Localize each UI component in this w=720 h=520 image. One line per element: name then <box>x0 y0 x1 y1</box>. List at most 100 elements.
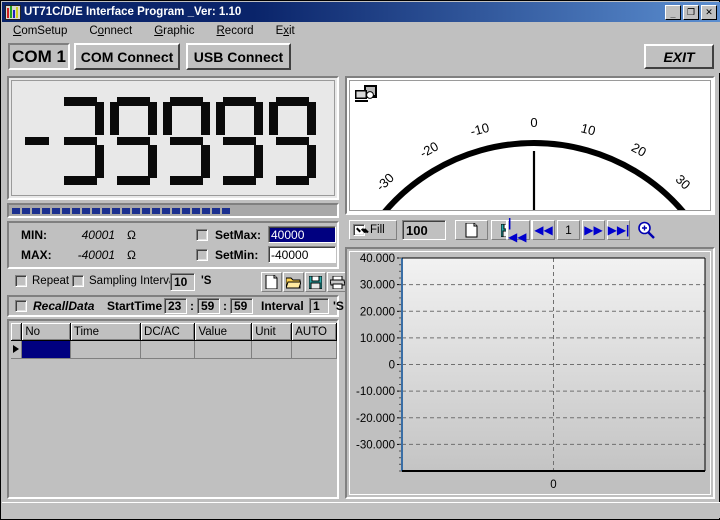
table-cell[interactable] <box>195 341 252 359</box>
minmax-panel: MIN: 40001 Ω MAX: -40001 Ω SetMax: 40000… <box>7 221 339 269</box>
com-connect-button[interactable]: COM Connect <box>74 43 180 70</box>
progress-segment <box>32 208 40 214</box>
table-body <box>11 341 337 359</box>
progress-segment <box>142 208 150 214</box>
com-port-button[interactable]: COM 1 <box>8 43 70 70</box>
gauge-tick-label: 10 <box>579 120 597 138</box>
progress-segment <box>102 208 110 214</box>
table-column-header[interactable]: Unit <box>252 323 292 341</box>
start-second-input[interactable]: 59 <box>230 298 253 314</box>
table-cell[interactable] <box>70 341 140 359</box>
start-hour-input[interactable]: 23 <box>164 298 187 314</box>
repeat-checkbox[interactable] <box>15 275 27 287</box>
table-row[interactable] <box>11 341 337 359</box>
progress-segment <box>172 208 180 214</box>
new-file-icon <box>465 223 478 238</box>
status-bar <box>2 502 720 518</box>
fill-label: Fill <box>370 224 385 236</box>
lcd-digit <box>216 97 263 185</box>
chart-inner: 40.00030.00020.00010.0000-10.000-20.000-… <box>349 251 711 495</box>
row-header-cell[interactable] <box>11 341 22 359</box>
y-axis-label: 0 <box>389 360 395 372</box>
row-indicator-icon <box>13 345 19 353</box>
table-cell[interactable] <box>22 341 71 359</box>
minimize-button[interactable]: _ <box>665 5 681 20</box>
table-column-header[interactable]: No <box>22 323 71 341</box>
data-grid-panel[interactable]: NoTimeDC/ACValueUnitAUTO <box>7 319 339 499</box>
save-disk-icon-button[interactable] <box>305 272 326 292</box>
measurement-chart: 40.00030.00020.00010.0000-10.000-20.000-… <box>350 252 711 495</box>
progress-segment <box>12 208 20 214</box>
start-minute-input[interactable]: 59 <box>197 298 220 314</box>
table-column-header[interactable]: AUTO <box>292 323 337 341</box>
y-axis-label: -10.000 <box>356 386 395 398</box>
y-axis-label: -30.000 <box>356 439 395 451</box>
progress-segment <box>42 208 50 214</box>
recalldata-checkbox[interactable] <box>15 300 27 312</box>
interval-input[interactable]: 1 <box>309 298 329 314</box>
lcd-digit <box>269 97 316 185</box>
menu-item-exit[interactable]: Exit <box>265 24 306 38</box>
zoom-in-icon <box>637 221 655 239</box>
fill-toggle[interactable]: Fill <box>349 220 397 240</box>
max-label: MAX: <box>21 248 52 262</box>
fill-checkbox[interactable] <box>353 224 365 236</box>
table-column-header[interactable]: DC/AC <box>141 323 195 341</box>
application-window: UT71C/D/E Interface Program _Ver: 1.10 _… <box>0 0 720 520</box>
exit-button[interactable]: EXIT <box>644 44 714 69</box>
progress-segment <box>152 208 160 214</box>
usb-connect-button[interactable]: USB Connect <box>186 43 291 70</box>
menu-item-graphic[interactable]: Graphic <box>143 24 205 38</box>
menu-bar: ComSetup Connect Graphic Record Exit <box>2 22 720 40</box>
setmin-input[interactable]: -40000 <box>268 246 336 263</box>
setmin-checkbox[interactable] <box>196 249 208 261</box>
progress-track <box>11 207 335 214</box>
table-column-header[interactable]: Value <box>195 323 252 341</box>
table-corner <box>11 323 22 341</box>
setmax-label: SetMax: <box>215 228 261 242</box>
gauge-inner: -40-30-20-10010203040 <box>349 80 711 211</box>
points-count-input[interactable]: 100 <box>402 220 446 240</box>
close-button[interactable]: ✕ <box>701 5 717 20</box>
sampling-unit: 'S <box>201 275 211 287</box>
progress-segment <box>222 208 230 214</box>
table-cell[interactable] <box>141 341 195 359</box>
table-cell[interactable] <box>252 341 292 359</box>
nav-first-button[interactable]: |◀◀ <box>507 220 530 240</box>
table-cell[interactable] <box>292 341 337 359</box>
window-title: UT71C/D/E Interface Program _Ver: 1.10 <box>24 6 241 18</box>
new-file-icon-button[interactable] <box>261 272 282 292</box>
interval-unit: 'S <box>333 299 344 313</box>
open-folder-icon-button[interactable] <box>283 272 304 292</box>
page-indicator[interactable]: 1 <box>557 220 580 240</box>
y-axis-label: 30.000 <box>360 280 395 292</box>
nav-last-button[interactable]: ▶▶| <box>607 220 630 240</box>
gauge-dial: -40-30-20-10010203040 <box>350 81 711 211</box>
nav-next-button[interactable]: ▶▶ <box>582 220 605 240</box>
progress-segment <box>82 208 90 214</box>
gauge-tick-label: -30 <box>373 170 397 194</box>
setmax-checkbox[interactable] <box>196 229 208 241</box>
menu-item-connect[interactable]: Connect <box>78 24 143 38</box>
menu-label-comsetup: omSetup <box>21 25 67 37</box>
connection-toolbar: COM 1 COM Connect USB Connect EXIT <box>2 40 720 73</box>
progress-segment <box>212 208 220 214</box>
menu-item-record[interactable]: Record <box>205 24 264 38</box>
chart-new-button[interactable] <box>455 220 488 240</box>
sampling-interval-input[interactable]: 10 <box>170 273 195 291</box>
setmax-input[interactable]: 40000 <box>268 226 336 243</box>
maximize-icon: ❐ <box>684 6 698 19</box>
maximize-button[interactable]: ❐ <box>683 5 699 20</box>
progress-segment <box>62 208 70 214</box>
table-column-header[interactable]: Time <box>70 323 140 341</box>
sampling-label: Sampling Interval <box>89 275 178 287</box>
minimize-icon: _ <box>666 6 680 19</box>
menu-item-comsetup[interactable]: ComSetup <box>2 24 78 38</box>
sampling-checkbox[interactable] <box>72 275 84 287</box>
zoom-in-button[interactable] <box>635 220 657 240</box>
progress-segment <box>122 208 130 214</box>
nav-prev-button[interactable]: ◀◀ <box>532 220 555 240</box>
y-axis-label: 40.000 <box>360 253 395 265</box>
lcd-digit <box>23 97 51 185</box>
interval-label: Interval <box>261 299 304 313</box>
